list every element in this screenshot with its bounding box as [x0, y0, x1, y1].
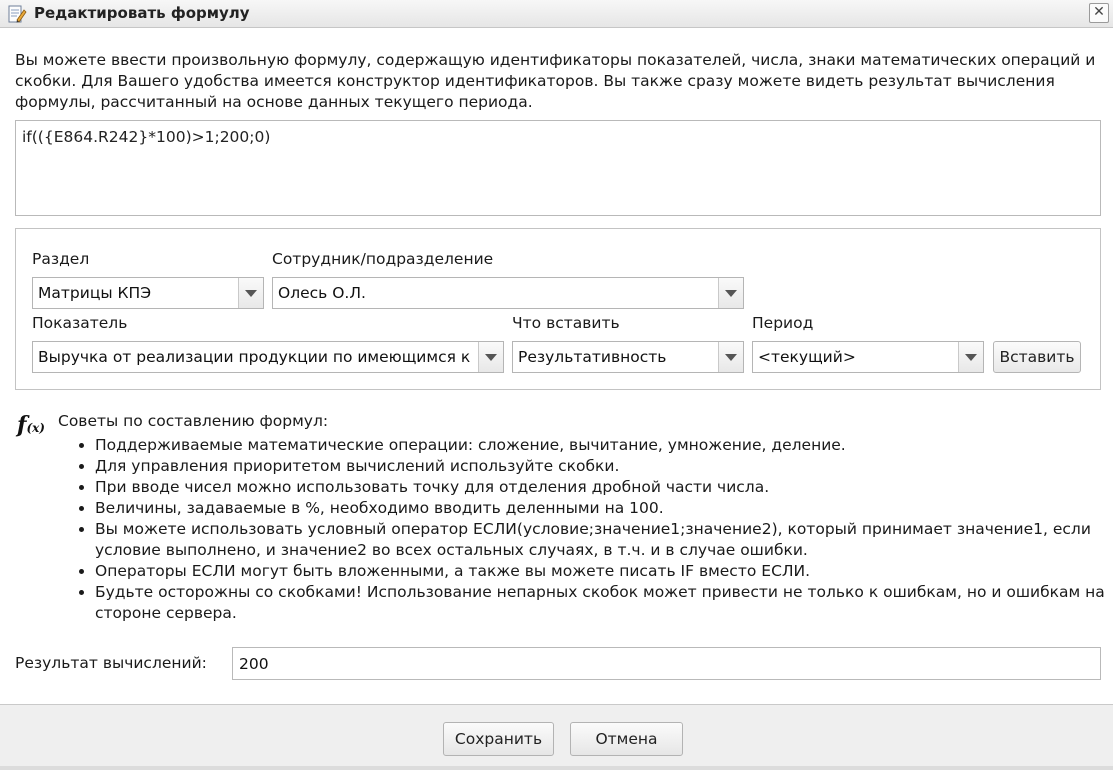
window-bottom-edge [0, 766, 1113, 770]
identifier-builder-panel: Раздел Матрицы КПЭ Сотрудник/подразделен… [15, 228, 1101, 390]
employee-label: Сотрудник/подразделение [272, 250, 494, 268]
tips-title: Советы по составлению формул: [58, 412, 329, 430]
list-item: Будьте осторожны со скобками! Использова… [95, 582, 1113, 624]
result-field[interactable] [232, 647, 1101, 680]
intro-text: Вы можете ввести произвольную формулу, с… [15, 51, 1096, 111]
window-title: Редактировать формулу [34, 4, 250, 22]
chevron-down-icon[interactable] [478, 342, 503, 372]
list-item: Величины, задаваемые в %, необходимо вво… [95, 498, 1113, 519]
save-button[interactable]: Сохранить [443, 722, 554, 756]
list-item: Вы можете использовать условный оператор… [95, 519, 1113, 561]
chevron-down-icon[interactable] [718, 342, 743, 372]
indicator-select-value: Выручка от реализации продукции по имеющ… [38, 348, 471, 366]
close-button[interactable]: ✕ [1089, 3, 1109, 23]
section-label: Раздел [32, 250, 90, 268]
dialog-footer: Сохранить Отмена [0, 704, 1113, 766]
list-item: Операторы ЕСЛИ могут быть вложенными, а … [95, 561, 1113, 582]
list-item: Для управления приоритетом вычислений ис… [95, 456, 1113, 477]
chevron-down-icon[interactable] [718, 278, 743, 308]
employee-select-value: Олесь О.Л. [278, 284, 366, 302]
close-icon: ✕ [1093, 4, 1105, 20]
chevron-down-icon[interactable] [958, 342, 983, 372]
period-label: Период [752, 314, 814, 332]
list-item: Поддерживаемые математические операции: … [95, 435, 1113, 456]
period-select[interactable]: <текущий> [752, 341, 984, 373]
list-item: При вводе чисел можно использовать точку… [95, 477, 1113, 498]
employee-select[interactable]: Олесь О.Л. [272, 277, 744, 309]
title-bar: Редактировать формулу ✕ [0, 0, 1113, 28]
tips-list: Поддерживаемые математические операции: … [58, 435, 1113, 624]
indicator-label: Показатель [32, 314, 128, 332]
formula-input[interactable]: if(({E864.R242}*100)>1;200;0) [15, 120, 1101, 216]
edit-document-icon [8, 5, 27, 23]
insert-what-label: Что вставить [512, 314, 620, 332]
insert-button[interactable]: Вставить [993, 341, 1081, 373]
section-select-value: Матрицы КПЭ [38, 284, 152, 302]
period-select-value: <текущий> [758, 348, 856, 366]
function-fx-icon: f(x) [17, 412, 51, 438]
fx-icon-x: (x) [26, 421, 45, 435]
chevron-down-icon[interactable] [238, 278, 263, 308]
section-select[interactable]: Матрицы КПЭ [32, 277, 264, 309]
cancel-button[interactable]: Отмена [570, 722, 683, 756]
insert-what-select-value: Результативность [518, 348, 667, 366]
insert-what-select[interactable]: Результативность [512, 341, 744, 373]
indicator-select[interactable]: Выручка от реализации продукции по имеющ… [32, 341, 504, 373]
result-label: Результат вычислений: [15, 654, 207, 672]
